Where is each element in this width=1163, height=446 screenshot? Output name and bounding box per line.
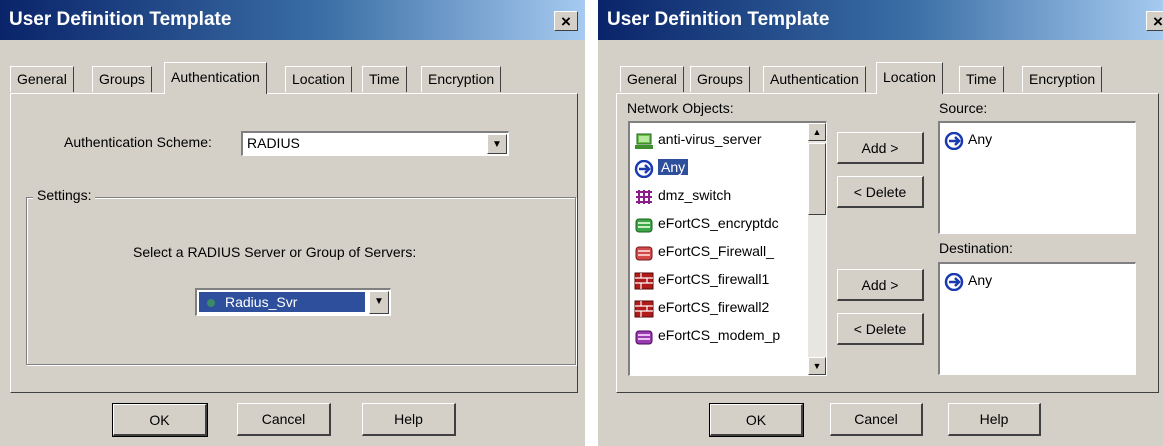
gateway-icon [634,327,654,345]
tab-authentication[interactable]: Authentication [164,62,267,94]
radius-server-select[interactable]: Radius_Svr ▼ [195,288,391,316]
list-item[interactable]: eFortCS_firewall1 [634,265,769,293]
list-item-label: dmz_switch [658,187,732,203]
gateway-icon [634,243,654,261]
list-item-label: Any [968,131,993,147]
tab-general[interactable]: General [10,66,74,92]
tab-panel: Network Objects: anti-virus_server Any d… [616,93,1159,393]
network-objects-label: Network Objects: [627,100,734,116]
title-bar[interactable]: User Definition Template [0,0,585,40]
tab-encryption[interactable]: Encryption [1022,66,1103,92]
dialog-authentication: User Definition Template × General Group… [0,0,585,446]
server-prompt: Select a RADIUS Server or Group of Serve… [133,244,417,260]
list-item[interactable]: Any [944,266,992,294]
tab-strip: General Groups Authentication Location T… [0,62,585,94]
cancel-button[interactable]: Cancel [237,403,331,436]
destination-list[interactable]: Any [938,262,1136,375]
tab-location[interactable]: Location [285,66,352,92]
tab-panel: Authentication Scheme: RADIUS ▼ Settings… [10,93,578,393]
list-item-label: Any [968,272,993,288]
scroll-down-icon[interactable]: ▼ [808,357,826,375]
list-item[interactable]: dmz_switch [634,181,731,209]
source-list[interactable]: Any [938,121,1136,234]
list-item-label: anti-virus_server [658,131,762,147]
dropdown-arrow-icon[interactable]: ▼ [487,134,507,154]
scroll-up-icon[interactable]: ▲ [808,123,826,141]
tab-time[interactable]: Time [362,66,407,92]
ok-button[interactable]: OK [709,403,804,437]
firewall-icon [634,271,654,290]
selected-server: Radius_Svr [199,292,365,312]
dialog-title: User Definition Template [607,9,830,30]
add-destination-button[interactable]: Add > [837,269,924,301]
any-icon [944,272,964,292]
list-item[interactable]: eFortCS_encryptdc [634,209,779,237]
network-objects-list[interactable]: anti-virus_server Any dmz_switch eFortCS… [628,121,827,376]
ok-button[interactable]: OK [112,403,208,437]
gateway-icon [634,215,654,233]
list-item[interactable]: eFortCS_firewall2 [634,293,769,321]
settings-legend: Settings: [33,187,96,203]
delete-source-button[interactable]: < Delete [837,176,924,208]
switch-icon [634,187,654,205]
destination-label: Destination: [939,240,1013,256]
list-item[interactable]: eFortCS_Firewall_ [634,237,774,265]
server-value: Radius_Svr [225,294,298,310]
close-button[interactable]: × [554,11,578,31]
scroll-thumb[interactable] [808,143,826,215]
settings-group: Settings: Select a RADIUS Server or Grou… [26,187,576,365]
add-source-button[interactable]: Add > [837,132,924,164]
tab-strip: General Groups Authentication Location T… [598,62,1163,94]
tab-groups[interactable]: Groups [92,66,152,92]
title-bar[interactable]: User Definition Template [598,0,1163,40]
firewall-icon [634,299,654,318]
list-item-label: eFortCS_firewall2 [658,299,770,315]
tab-time[interactable]: Time [959,66,1004,92]
help-button[interactable]: Help [948,403,1041,436]
tab-groups[interactable]: Groups [690,66,750,92]
scrollbar[interactable]: ▲ ▼ [808,123,826,375]
list-item[interactable]: eFortCS_modem_p [634,321,780,349]
help-button[interactable]: Help [362,403,456,436]
tab-encryption[interactable]: Encryption [421,66,502,92]
scheme-value: RADIUS [247,135,300,151]
dropdown-arrow-icon[interactable]: ▼ [369,291,389,314]
source-label: Source: [939,100,988,116]
any-icon [944,131,964,151]
server-icon [207,299,215,308]
server-icon [634,131,654,150]
list-item-label: eFortCS_firewall1 [658,271,770,287]
scheme-label: Authentication Scheme: [64,134,212,150]
delete-destination-button[interactable]: < Delete [837,313,924,345]
tab-general[interactable]: General [620,66,684,92]
dialog-title: User Definition Template [9,9,232,30]
cancel-button[interactable]: Cancel [830,403,923,436]
close-icon: × [561,12,571,31]
close-icon: × [1153,12,1163,31]
list-item-label: Any [658,159,689,175]
list-item[interactable]: Any [634,153,689,181]
list-item-label: eFortCS_modem_p [658,327,781,343]
list-item[interactable]: anti-virus_server [634,125,761,153]
scheme-select[interactable]: RADIUS ▼ [241,131,509,156]
list-item-label: eFortCS_encryptdc [658,215,779,231]
tab-location[interactable]: Location [876,62,943,94]
tab-authentication[interactable]: Authentication [763,66,866,92]
close-button[interactable]: × [1146,11,1163,31]
list-item-label: eFortCS_Firewall_ [658,243,774,259]
any-icon [634,159,654,179]
list-item[interactable]: Any [944,125,992,153]
dialog-location: User Definition Template × General Group… [598,0,1163,446]
